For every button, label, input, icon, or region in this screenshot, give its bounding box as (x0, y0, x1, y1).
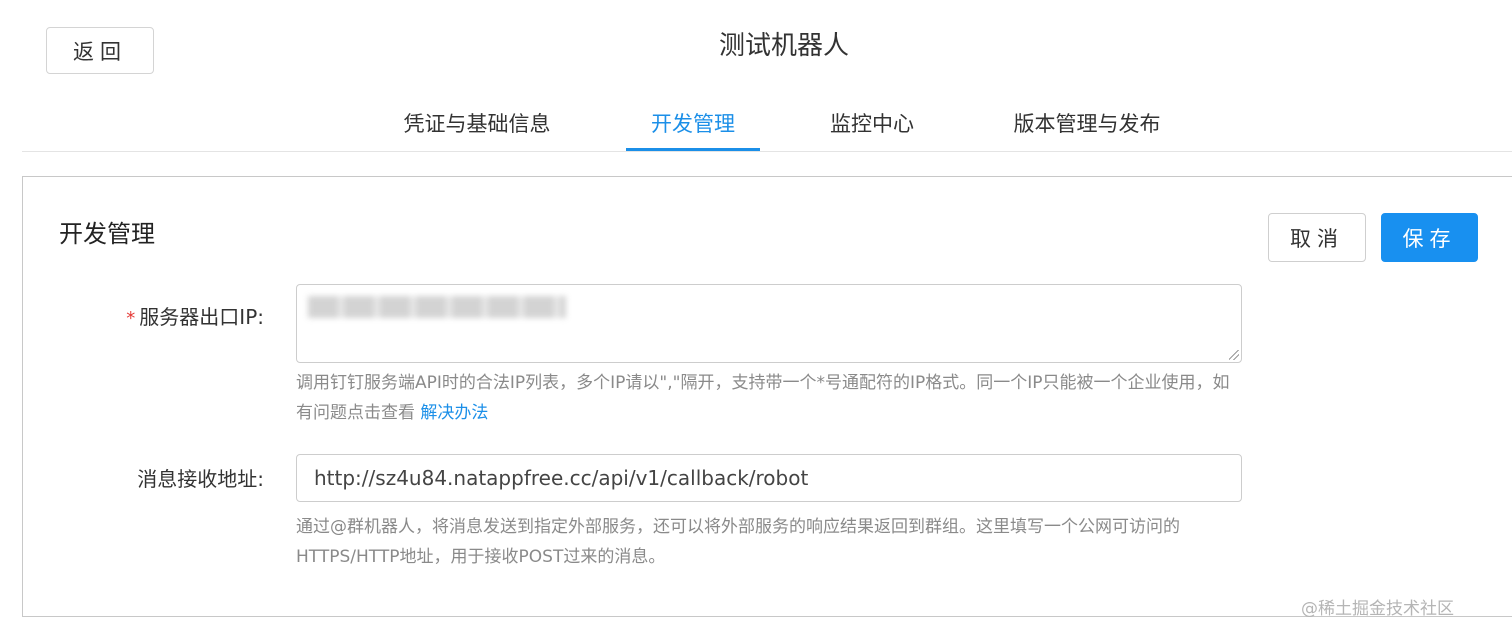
tab-versions[interactable]: 版本管理与发布 (1002, 95, 1172, 151)
callback-help-text: 通过@群机器人，将消息发送到指定外部服务，还可以将外部服务的响应结果返回到群组。… (296, 517, 1180, 567)
ip-help-text: 调用钉钉服务端API时的合法IP列表，多个IP请以","隔开，支持带一个*号通配… (296, 368, 1246, 428)
callback-url-input[interactable]: http://sz4u84.natappfree.cc/api/v1/callb… (296, 454, 1242, 502)
cancel-button[interactable]: 取消 (1268, 213, 1366, 262)
save-button[interactable]: 保存 (1381, 213, 1478, 262)
ip-field-label: * 服务器出口IP: (4, 303, 264, 333)
redacted-ip-value (308, 296, 566, 318)
tab-development[interactable]: 开发管理 (626, 95, 760, 151)
tab-monitoring[interactable]: 监控中心 (817, 95, 927, 151)
page-title: 测试机器人 (718, 31, 849, 61)
watermark: @稀土掘金技术社区 (1301, 599, 1454, 619)
tab-bar: 凭证与基础信息 开发管理 监控中心 版本管理与发布 (22, 95, 1512, 152)
solution-link[interactable]: 解决办法 (420, 403, 488, 423)
callback-field-label: 消息接收地址: (137, 467, 264, 491)
tab-credentials[interactable]: 凭证与基础信息 (382, 95, 572, 151)
resize-handle-icon[interactable] (1229, 350, 1239, 360)
ip-label-text: 服务器出口IP: (139, 305, 264, 329)
required-mark: * (126, 308, 136, 329)
section-title: 开发管理 (59, 220, 155, 248)
